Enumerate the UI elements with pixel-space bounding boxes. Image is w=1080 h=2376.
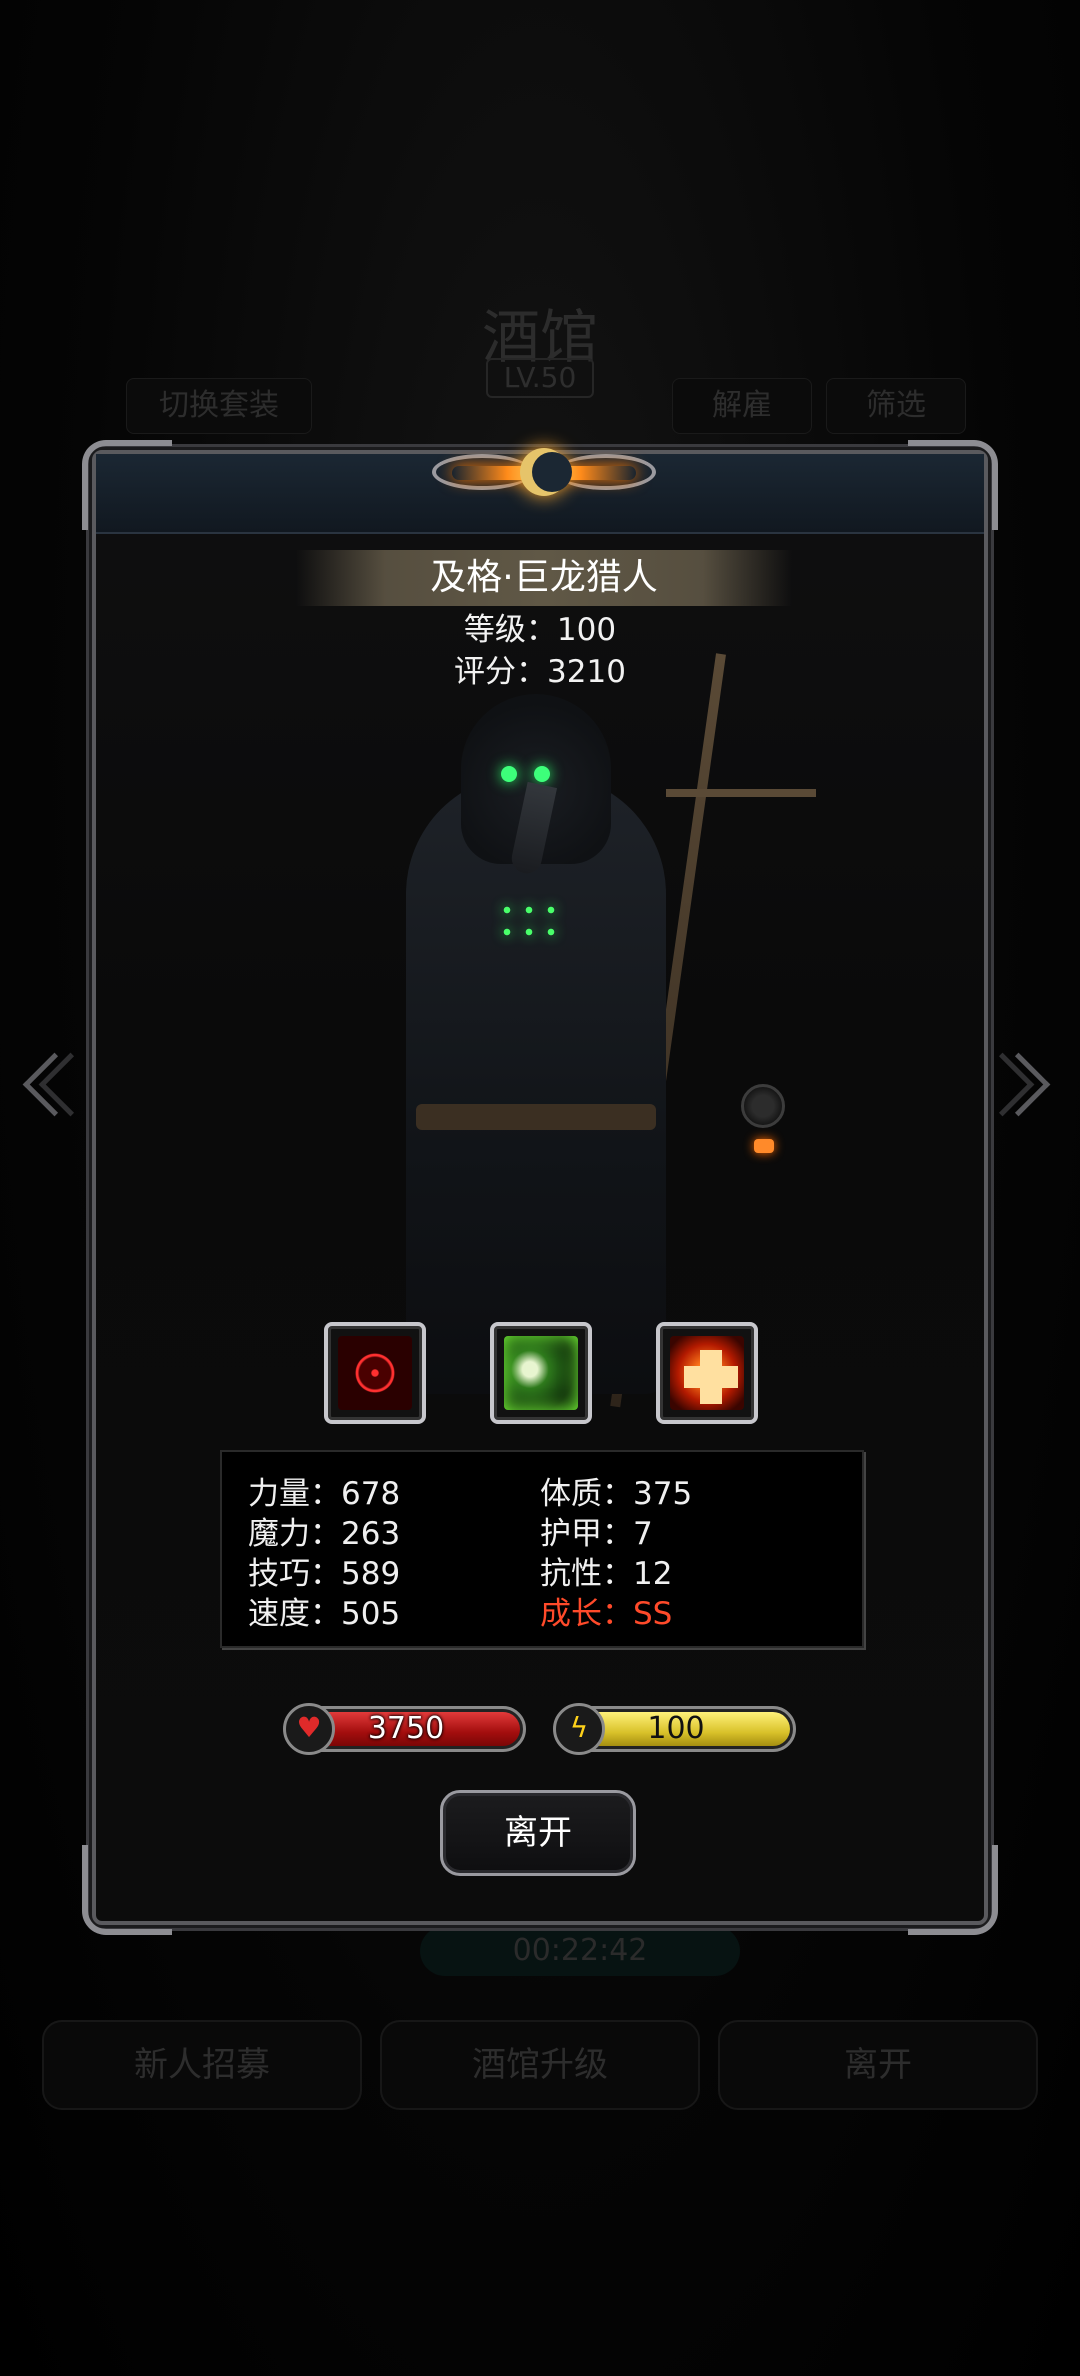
filter-button: 筛选	[826, 378, 966, 434]
ornament-corner	[82, 440, 172, 530]
stat-speed: 速度：505	[248, 1596, 401, 1632]
leave-button[interactable]: 离开	[440, 1790, 636, 1876]
ornament-corner	[908, 440, 998, 530]
energy-bar: 100 ϟ	[553, 1703, 796, 1755]
heal-cross-skill-icon[interactable]	[656, 1322, 758, 1424]
tavern-upgrade-button: 酒馆升级	[380, 2020, 700, 2110]
skull-skill-icon[interactable]	[490, 1322, 592, 1424]
hero-detail-modal: 及格·巨龙猎人 等级：100 评分：3210 力量：678 魔力：263 技巧：…	[82, 440, 998, 1935]
lightning-icon: ϟ	[553, 1703, 605, 1755]
stat-resistance: 抗性：12	[540, 1556, 673, 1592]
dismiss-button: 解雇	[672, 378, 812, 434]
hero-portrait	[346, 653, 816, 1434]
hp-bar: 3750 ♥	[283, 1703, 526, 1755]
previous-hero-arrow-icon[interactable]	[18, 1040, 68, 1130]
stat-skill: 技巧：589	[248, 1556, 401, 1592]
ornament-corner	[82, 1845, 172, 1935]
hero-name: 及格·巨龙猎人	[296, 550, 792, 606]
hero-level: 等级：100	[463, 612, 617, 648]
switch-set-button: 切换套装	[126, 378, 312, 434]
ornament-corner	[908, 1845, 998, 1935]
next-hero-arrow-icon[interactable]	[1000, 1040, 1050, 1130]
stat-armor: 护甲：7	[540, 1516, 653, 1552]
stat-constitution: 体质：375	[540, 1476, 693, 1512]
stat-growth: 成长：SS	[540, 1596, 673, 1632]
stat-strength: 力量：678	[248, 1476, 401, 1512]
recruit-timer: 00:22:42	[420, 1926, 740, 1976]
tavern-level-badge: LV.50	[486, 358, 594, 398]
target-skill-icon[interactable]	[324, 1322, 426, 1424]
recruit-button: 新人招募	[42, 2020, 362, 2110]
bg-leave-button: 离开	[718, 2020, 1038, 2110]
hero-stats-panel: 力量：678 魔力：263 技巧：589 速度：505 体质：375 护甲：7 …	[220, 1450, 864, 1648]
crest-emblem-icon	[432, 424, 656, 524]
heart-icon: ♥	[283, 1703, 335, 1755]
stat-magic: 魔力：263	[248, 1516, 401, 1552]
